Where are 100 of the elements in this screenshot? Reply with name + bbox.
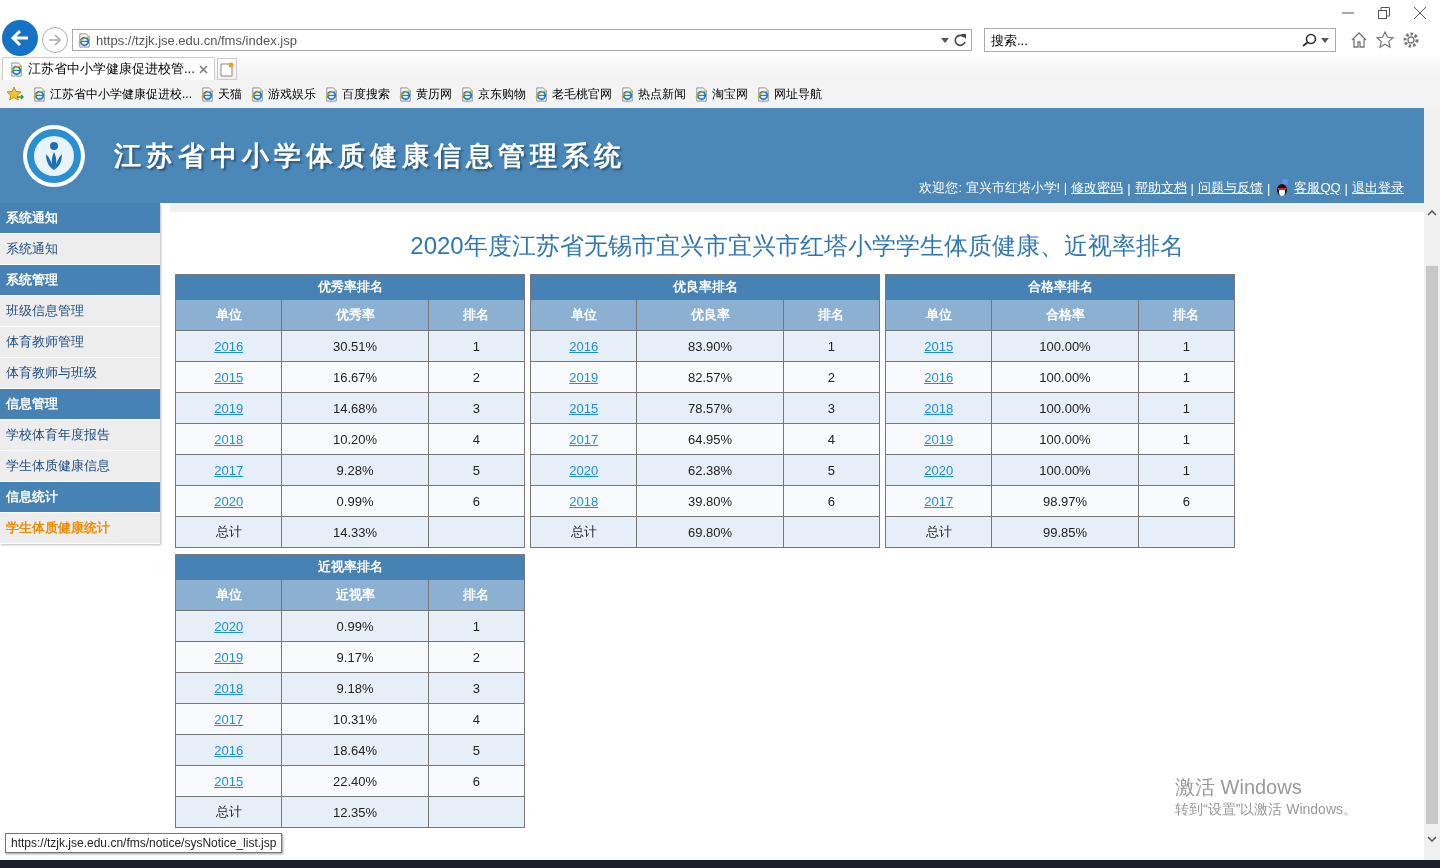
unit-link[interactable]: 2017 — [214, 711, 244, 727]
separator-text: | — [1344, 180, 1348, 196]
table-cell: 总计 — [885, 516, 992, 548]
table-cell: 64.95% — [636, 423, 784, 455]
unit-link[interactable]: 2015 — [214, 773, 244, 789]
restore-icon[interactable] — [1378, 7, 1390, 19]
column-header: 合格率 — [991, 299, 1139, 331]
sidebar-item[interactable]: 学校体育年度报告 — [0, 420, 160, 451]
sidebar-section[interactable]: 信息管理 — [0, 389, 160, 420]
favorite-link[interactable]: 老毛桃官网 — [534, 85, 612, 103]
unit-link[interactable]: 2018 — [214, 680, 244, 696]
unit-link[interactable]: 2017 — [569, 431, 599, 447]
unit-link[interactable]: 2019 — [214, 649, 244, 665]
page-icon — [9, 61, 24, 77]
unit-link[interactable]: 2020 — [214, 493, 244, 509]
unit-link[interactable]: 2018 — [214, 431, 244, 447]
table-cell: 3 — [428, 672, 525, 704]
table-cell: 1 — [428, 610, 525, 642]
browser-tab[interactable]: 江苏省中小学健康促进校管... — [2, 57, 215, 80]
unit-link[interactable]: 2018 — [924, 400, 954, 416]
sidebar-item[interactable]: 学生体质健康信息 — [0, 451, 160, 482]
unit-link[interactable]: 2018 — [569, 493, 599, 509]
back-button[interactable] — [2, 20, 38, 56]
table-cell: 100.00% — [991, 392, 1139, 424]
header-link[interactable]: 帮助文档 — [1134, 179, 1187, 197]
table-cell: 5 — [428, 454, 525, 486]
column-header: 排名 — [1138, 299, 1235, 331]
unit-link[interactable]: 2020 — [214, 618, 244, 634]
column-header: 优良率 — [636, 299, 784, 331]
header-link[interactable]: 问题与反馈 — [1198, 179, 1263, 197]
table-cell: 83.90% — [636, 330, 784, 362]
caret-icon[interactable] — [941, 37, 949, 43]
favorites-star-icon[interactable] — [6, 86, 24, 102]
header-link[interactable]: 退出登录 — [1352, 179, 1404, 197]
star-icon[interactable] — [1376, 31, 1394, 49]
sidebar-item[interactable]: 体育教师与班级 — [0, 358, 160, 389]
unit-link[interactable]: 2017 — [214, 462, 244, 478]
favorite-link[interactable]: 黄历网 — [398, 85, 452, 103]
table-cell: 10.31% — [281, 703, 429, 735]
unit-link[interactable]: 2019 — [924, 431, 954, 447]
table-cell: 98.97% — [991, 485, 1139, 517]
sidebar-item[interactable]: 班级信息管理 — [0, 296, 160, 327]
favorite-link[interactable]: 百度搜索 — [324, 85, 390, 103]
status-url-tooltip: https://tzjk.jse.edu.cn/fms/notice/sysNotice_list.jsp — [5, 833, 283, 853]
unit-link[interactable]: 2015 — [924, 338, 954, 354]
caret-icon[interactable] — [1321, 37, 1331, 43]
favorite-link[interactable]: 淘宝网 — [694, 85, 748, 103]
table-cell: 1 — [1138, 330, 1235, 362]
search-icon[interactable] — [1302, 33, 1318, 47]
unit-link[interactable]: 2020 — [924, 462, 954, 478]
favorite-link[interactable]: 网址导航 — [756, 85, 822, 103]
favorite-link[interactable]: 热点新闻 — [620, 85, 686, 103]
favorite-link[interactable]: 江苏省中小学健康促进校... — [32, 85, 192, 103]
arrow-left-icon — [10, 29, 30, 47]
scrollbar[interactable] — [1424, 108, 1440, 860]
refresh-icon[interactable] — [953, 33, 967, 47]
close-icon[interactable] — [198, 64, 208, 74]
sidebar-section[interactable]: 信息统计 — [0, 482, 160, 513]
unit-link[interactable]: 2015 — [214, 369, 244, 385]
unit-link[interactable]: 2020 — [569, 462, 599, 478]
home-icon[interactable] — [1350, 31, 1368, 49]
sidebar-section[interactable]: 系统管理 — [0, 265, 160, 296]
address-bar[interactable]: https://tzjk.jse.edu.cn/fms/index.jsp — [72, 29, 972, 51]
search-box[interactable]: 搜索... — [984, 28, 1336, 52]
table-cell: 3 — [783, 392, 880, 424]
favorite-link[interactable]: 游戏娱乐 — [250, 85, 316, 103]
arrow-right-icon — [48, 34, 62, 46]
header-link[interactable]: 修改密码 — [1071, 179, 1124, 197]
table-cell: 1 — [1138, 392, 1235, 424]
unit-link[interactable]: 2016 — [214, 742, 244, 758]
scroll-up-icon[interactable] — [1427, 210, 1437, 216]
column-header: 单位 — [175, 579, 282, 611]
table-cell: 10.20% — [281, 423, 429, 455]
table-cell: 22.40% — [281, 765, 429, 797]
table-cell: 99.85% — [991, 516, 1139, 548]
unit-link[interactable]: 2019 — [569, 369, 599, 385]
unit-link[interactable]: 2017 — [924, 493, 954, 509]
unit-link[interactable]: 2016 — [924, 369, 954, 385]
unit-link[interactable]: 2016 — [214, 338, 244, 354]
sidebar-item[interactable]: 系统通知 — [0, 234, 160, 265]
table-cell: 30.51% — [281, 330, 429, 362]
unit-link[interactable]: 2019 — [214, 400, 244, 416]
favorite-link[interactable]: 京东购物 — [460, 85, 526, 103]
page-title: 2020年度江苏省无锡市宜兴市宜兴市红塔小学学生体质健康、近视率排名 — [409, 231, 1185, 261]
new-page-icon — [219, 61, 234, 77]
sidebar-section[interactable]: 系统通知 — [0, 203, 160, 234]
table-cell: 16.67% — [281, 361, 429, 393]
sidebar-item[interactable]: 学生体质健康统计 — [0, 513, 160, 544]
close-icon[interactable] — [1414, 7, 1426, 19]
unit-link[interactable]: 2016 — [569, 338, 599, 354]
column-header: 单位 — [885, 299, 992, 331]
table-cell: 6 — [783, 485, 880, 517]
scroll-down-icon[interactable] — [1427, 836, 1437, 842]
favorite-link[interactable]: 天猫 — [200, 85, 242, 103]
settings-icon[interactable] — [1402, 31, 1420, 49]
page-icon — [460, 86, 475, 102]
sidebar-item[interactable]: 体育教师管理 — [0, 327, 160, 358]
table-cell: 4 — [428, 703, 525, 735]
header-link[interactable]: 客服QQ — [1294, 179, 1341, 197]
unit-link[interactable]: 2015 — [569, 400, 599, 416]
